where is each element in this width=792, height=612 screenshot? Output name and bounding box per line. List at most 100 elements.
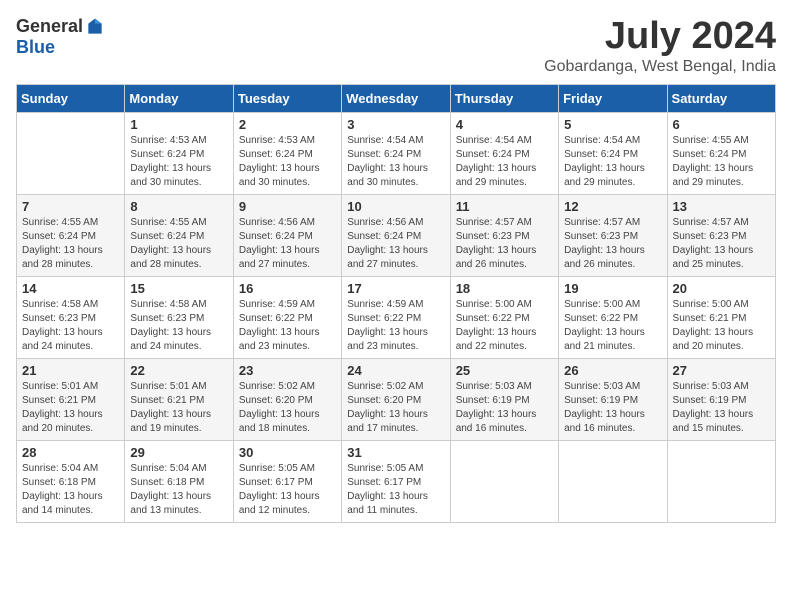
calendar-day-cell: 6 Sunrise: 4:55 AMSunset: 6:24 PMDaylight… bbox=[667, 112, 775, 194]
calendar-week-row: 14 Sunrise: 4:58 AMSunset: 6:23 PMDayligh… bbox=[17, 276, 776, 358]
weekday-header-cell: Sunday bbox=[17, 84, 125, 112]
weekday-header-row: SundayMondayTuesdayWednesdayThursdayFrid… bbox=[17, 84, 776, 112]
day-number: 5 bbox=[564, 117, 661, 132]
day-info: Sunrise: 5:00 AMSunset: 6:21 PMDaylight:… bbox=[673, 298, 770, 354]
day-number: 22 bbox=[130, 363, 227, 378]
calendar-day-cell: 15 Sunrise: 4:58 AMSunset: 6:23 PMDayligh… bbox=[125, 276, 233, 358]
day-number: 10 bbox=[347, 199, 444, 214]
calendar-day-cell: 1 Sunrise: 4:53 AMSunset: 6:24 PMDaylight… bbox=[125, 112, 233, 194]
calendar-day-cell: 28 Sunrise: 5:04 AMSunset: 6:18 PMDayligh… bbox=[17, 440, 125, 522]
calendar-week-row: 1 Sunrise: 4:53 AMSunset: 6:24 PMDaylight… bbox=[17, 112, 776, 194]
calendar-day-cell: 30 Sunrise: 5:05 AMSunset: 6:17 PMDayligh… bbox=[233, 440, 341, 522]
day-info: Sunrise: 4:56 AMSunset: 6:24 PMDaylight:… bbox=[347, 216, 444, 272]
calendar-day-cell: 7Sunrise: 4:55 AMSunset: 6:24 PMDaylight… bbox=[17, 194, 125, 276]
calendar-day-cell bbox=[559, 440, 667, 522]
day-number: 14 bbox=[22, 281, 119, 296]
day-number: 4 bbox=[456, 117, 553, 132]
calendar-table: SundayMondayTuesdayWednesdayThursdayFrid… bbox=[16, 84, 776, 523]
day-number: 12 bbox=[564, 199, 661, 214]
day-number: 2 bbox=[239, 117, 336, 132]
day-number: 23 bbox=[239, 363, 336, 378]
weekday-header-cell: Monday bbox=[125, 84, 233, 112]
calendar-day-cell: 25Sunrise: 5:03 AMSunset: 6:19 PMDayligh… bbox=[450, 358, 558, 440]
calendar-day-cell: 2Sunrise: 4:53 AMSunset: 6:24 PMDaylight… bbox=[233, 112, 341, 194]
day-number: 17 bbox=[347, 281, 444, 296]
logo-general-text: General bbox=[16, 16, 83, 37]
day-number: 15 bbox=[130, 281, 227, 296]
calendar-day-cell: 12 Sunrise: 4:57 AMSunset: 6:23 PMDayligh… bbox=[559, 194, 667, 276]
logo-blue-text: Blue bbox=[16, 37, 55, 58]
calendar-body: 1 Sunrise: 4:53 AMSunset: 6:24 PMDaylight… bbox=[17, 112, 776, 522]
calendar-day-cell: 8Sunrise: 4:55 AMSunset: 6:24 PMDaylight… bbox=[125, 194, 233, 276]
day-info: Sunrise: 4:54 AMSunset: 6:24 PMDaylight:… bbox=[347, 134, 444, 190]
day-number: 1 bbox=[130, 117, 227, 132]
calendar-day-cell: 3 Sunrise: 4:54 AMSunset: 6:24 PMDaylight… bbox=[342, 112, 450, 194]
calendar-day-cell bbox=[667, 440, 775, 522]
day-number: 24 bbox=[347, 363, 444, 378]
day-info: Sunrise: 5:03 AMSunset: 6:19 PMDaylight:… bbox=[456, 380, 553, 436]
day-number: 21 bbox=[22, 363, 119, 378]
day-info: Sunrise: 5:03 AMSunset: 6:19 PMDaylight:… bbox=[564, 380, 661, 436]
day-number: 30 bbox=[239, 445, 336, 460]
day-number: 29 bbox=[130, 445, 227, 460]
day-number: 20 bbox=[673, 281, 770, 296]
calendar-day-cell: 5 Sunrise: 4:54 AMSunset: 6:24 PMDaylight… bbox=[559, 112, 667, 194]
calendar-week-row: 7Sunrise: 4:55 AMSunset: 6:24 PMDaylight… bbox=[17, 194, 776, 276]
calendar-day-cell: 10 Sunrise: 4:56 AMSunset: 6:24 PMDayligh… bbox=[342, 194, 450, 276]
day-info: Sunrise: 4:54 AMSunset: 6:24 PMDaylight:… bbox=[456, 134, 553, 190]
day-info: Sunrise: 5:03 AMSunset: 6:19 PMDaylight:… bbox=[673, 380, 770, 436]
calendar-day-cell: 20 Sunrise: 5:00 AMSunset: 6:21 PMDayligh… bbox=[667, 276, 775, 358]
day-info: Sunrise: 5:05 AMSunset: 6:17 PMDaylight:… bbox=[347, 462, 444, 518]
calendar-week-row: 21 Sunrise: 5:01 AMSunset: 6:21 PMDayligh… bbox=[17, 358, 776, 440]
day-number: 7 bbox=[22, 199, 119, 214]
calendar-day-cell: 16 Sunrise: 4:59 AMSunset: 6:22 PMDayligh… bbox=[233, 276, 341, 358]
day-info: Sunrise: 4:58 AMSunset: 6:23 PMDaylight:… bbox=[22, 298, 119, 354]
day-number: 28 bbox=[22, 445, 119, 460]
calendar-day-cell: 24Sunrise: 5:02 AMSunset: 6:20 PMDayligh… bbox=[342, 358, 450, 440]
calendar-day-cell: 21Sunrise: 5:01 AMSunset: 6:21 PMDayligh… bbox=[17, 358, 125, 440]
day-info: Sunrise: 4:53 AMSunset: 6:24 PMDaylight:… bbox=[130, 134, 227, 190]
calendar-day-cell: 4 Sunrise: 4:54 AMSunset: 6:24 PMDaylight… bbox=[450, 112, 558, 194]
title-block: July 2024 Gobardanga, West Bengal, India bbox=[544, 16, 776, 76]
calendar-day-cell: 23 Sunrise: 5:02 AMSunset: 6:20 PMDayligh… bbox=[233, 358, 341, 440]
day-info: Sunrise: 4:57 AMSunset: 6:23 PMDaylight:… bbox=[456, 216, 553, 272]
day-number: 18 bbox=[456, 281, 553, 296]
day-number: 6 bbox=[673, 117, 770, 132]
day-number: 8 bbox=[130, 199, 227, 214]
calendar-day-cell: 9Sunrise: 4:56 AMSunset: 6:24 PMDaylight… bbox=[233, 194, 341, 276]
weekday-header-cell: Wednesday bbox=[342, 84, 450, 112]
calendar-day-cell: 27 Sunrise: 5:03 AMSunset: 6:19 PMDayligh… bbox=[667, 358, 775, 440]
logo: General Blue bbox=[16, 16, 105, 58]
day-number: 26 bbox=[564, 363, 661, 378]
day-info: Sunrise: 5:04 AMSunset: 6:18 PMDaylight:… bbox=[22, 462, 119, 518]
calendar-day-cell: 11 Sunrise: 4:57 AMSunset: 6:23 PMDayligh… bbox=[450, 194, 558, 276]
day-number: 27 bbox=[673, 363, 770, 378]
calendar-day-cell: 14 Sunrise: 4:58 AMSunset: 6:23 PMDayligh… bbox=[17, 276, 125, 358]
day-number: 31 bbox=[347, 445, 444, 460]
calendar-day-cell: 29Sunrise: 5:04 AMSunset: 6:18 PMDayligh… bbox=[125, 440, 233, 522]
day-number: 3 bbox=[347, 117, 444, 132]
weekday-header-cell: Friday bbox=[559, 84, 667, 112]
page-header: General Blue July 2024 Gobardanga, West … bbox=[16, 16, 776, 76]
weekday-header-cell: Thursday bbox=[450, 84, 558, 112]
day-info: Sunrise: 4:55 AMSunset: 6:24 PMDaylight:… bbox=[673, 134, 770, 190]
calendar-day-cell: 26 Sunrise: 5:03 AMSunset: 6:19 PMDayligh… bbox=[559, 358, 667, 440]
day-info: Sunrise: 4:59 AMSunset: 6:22 PMDaylight:… bbox=[239, 298, 336, 354]
day-info: Sunrise: 4:57 AMSunset: 6:23 PMDaylight:… bbox=[564, 216, 661, 272]
calendar-day-cell: 22 Sunrise: 5:01 AMSunset: 6:21 PMDayligh… bbox=[125, 358, 233, 440]
calendar-day-cell bbox=[450, 440, 558, 522]
day-number: 11 bbox=[456, 199, 553, 214]
calendar-day-cell: 31 Sunrise: 5:05 AMSunset: 6:17 PMDayligh… bbox=[342, 440, 450, 522]
calendar-day-cell: 17Sunrise: 4:59 AMSunset: 6:22 PMDayligh… bbox=[342, 276, 450, 358]
day-info: Sunrise: 5:02 AMSunset: 6:20 PMDaylight:… bbox=[239, 380, 336, 436]
calendar-day-cell: 18Sunrise: 5:00 AMSunset: 6:22 PMDayligh… bbox=[450, 276, 558, 358]
day-info: Sunrise: 4:54 AMSunset: 6:24 PMDaylight:… bbox=[564, 134, 661, 190]
day-number: 16 bbox=[239, 281, 336, 296]
day-info: Sunrise: 5:01 AMSunset: 6:21 PMDaylight:… bbox=[130, 380, 227, 436]
day-info: Sunrise: 4:58 AMSunset: 6:23 PMDaylight:… bbox=[130, 298, 227, 354]
day-info: Sunrise: 5:05 AMSunset: 6:17 PMDaylight:… bbox=[239, 462, 336, 518]
day-number: 9 bbox=[239, 199, 336, 214]
month-title: July 2024 bbox=[544, 16, 776, 58]
day-number: 19 bbox=[564, 281, 661, 296]
calendar-day-cell: 19Sunrise: 5:00 AMSunset: 6:22 PMDayligh… bbox=[559, 276, 667, 358]
